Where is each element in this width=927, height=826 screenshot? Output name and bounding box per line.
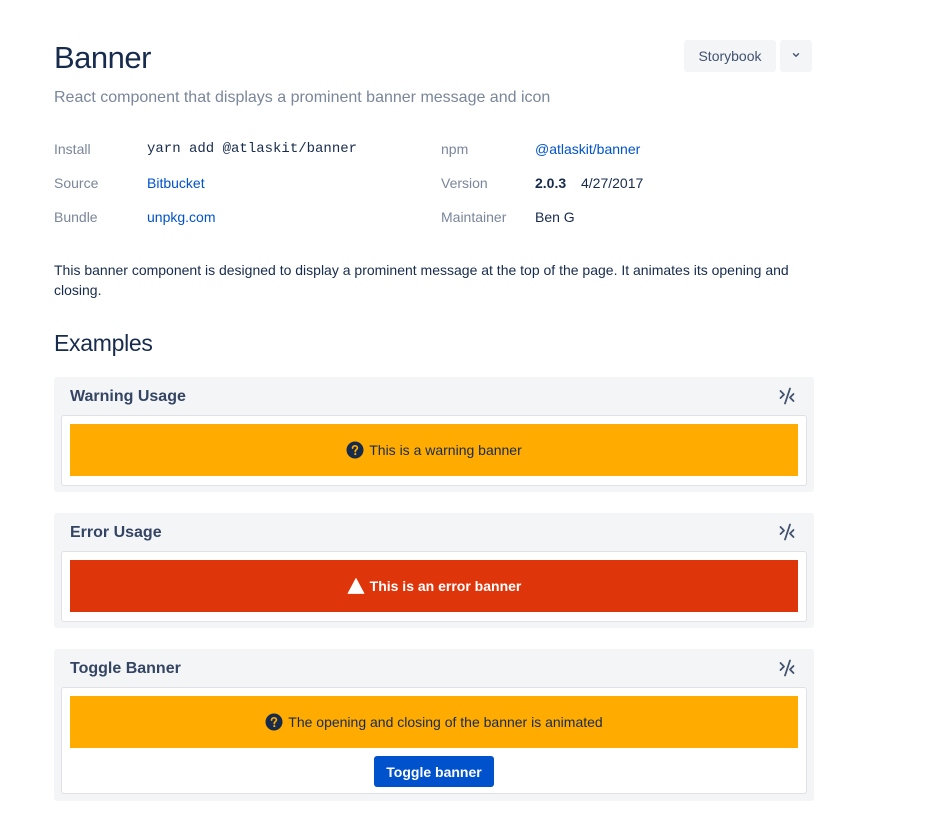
- example-preview: This is a warning banner: [61, 415, 807, 486]
- example-title: Toggle Banner: [70, 660, 181, 677]
- bundle-label: Bundle: [54, 209, 98, 225]
- warning-triangle-icon: [347, 578, 365, 594]
- error-banner: This is an error banner: [70, 560, 798, 612]
- storybook-menu-button[interactable]: [780, 40, 812, 72]
- bundle-link[interactable]: unpkg.com: [147, 209, 215, 225]
- npm-link[interactable]: @atlaskit/banner: [535, 141, 640, 157]
- meta-row-source: Source Bitbucket Version 2.0.3 4/27/2017: [54, 175, 814, 195]
- example-preview: The opening and closing of the banner is…: [61, 687, 807, 794]
- header-actions: Storybook: [684, 40, 812, 72]
- meta-row-install: Install yarn add @atlaskit/banner npm @a…: [54, 141, 814, 161]
- source-label: Source: [54, 175, 99, 191]
- maintainer-name: Ben G: [535, 209, 575, 225]
- version-date: 4/27/2017: [581, 175, 644, 191]
- warning-banner: This is a warning banner: [70, 424, 798, 476]
- install-label: Install: [54, 141, 91, 157]
- banner-text: The opening and closing of the banner is…: [288, 714, 603, 730]
- example-error-usage: Error Usage This is an error banner: [54, 513, 814, 628]
- meta-row-bundle: Bundle unpkg.com Maintainer Ben G: [54, 209, 814, 229]
- version-number: 2.0.3: [535, 175, 567, 191]
- example-title: Warning Usage: [70, 388, 186, 405]
- npm-label: npm: [441, 141, 469, 157]
- example-toggle-banner: Toggle Banner The opening and closing of…: [54, 649, 814, 801]
- question-circle-icon: [265, 713, 283, 731]
- code-toggle-icon[interactable]: [778, 659, 796, 677]
- page-subtitle: React component that displays a prominen…: [54, 89, 551, 106]
- example-title: Error Usage: [70, 524, 162, 541]
- example-preview: This is an error banner: [61, 551, 807, 622]
- source-link[interactable]: Bitbucket: [147, 175, 205, 191]
- question-circle-icon: [346, 441, 364, 459]
- code-toggle-icon[interactable]: [778, 387, 796, 405]
- code-toggle-icon[interactable]: [778, 523, 796, 541]
- example-warning-usage: Warning Usage This is a warning banner: [54, 377, 814, 492]
- version-label: Version: [441, 175, 488, 191]
- toggle-banner-button[interactable]: Toggle banner: [374, 756, 494, 787]
- banner-text: This is an error banner: [369, 578, 522, 594]
- banner-text: This is a warning banner: [369, 442, 522, 458]
- package-description: This banner component is designed to dis…: [54, 262, 789, 298]
- examples-heading: Examples: [54, 330, 153, 356]
- chevron-down-icon: [792, 53, 800, 57]
- storybook-button[interactable]: Storybook: [684, 40, 776, 72]
- toggle-warning-banner: The opening and closing of the banner is…: [70, 696, 798, 748]
- maintainer-label: Maintainer: [441, 209, 507, 225]
- install-command: yarn add @atlaskit/banner: [147, 141, 358, 157]
- page-title: Banner: [54, 40, 151, 75]
